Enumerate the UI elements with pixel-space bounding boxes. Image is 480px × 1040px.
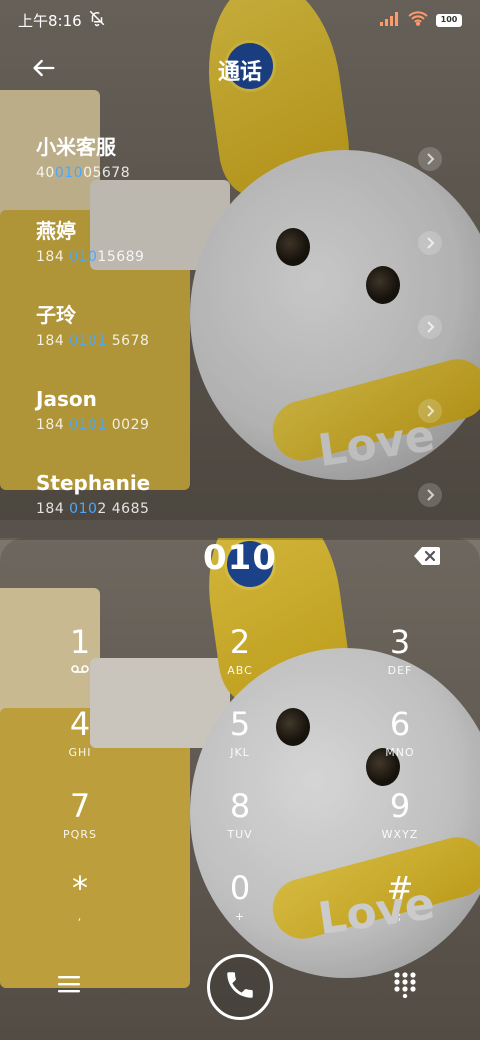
status-bar: 上午8:16 100: [0, 0, 480, 40]
key-2[interactable]: 2 ABC: [180, 622, 300, 694]
key-digit: #: [386, 869, 414, 907]
key-digit: 0: [229, 869, 251, 907]
key-digit: 1: [69, 623, 91, 661]
key-3[interactable]: 3 DEF: [340, 622, 460, 694]
number-match-highlight: 010: [54, 165, 84, 181]
chevron-right-icon[interactable]: [418, 399, 442, 423]
contact-list: 小米客服 4001005678 燕婷 184 01015689 子玲 184 0…: [0, 125, 480, 545]
key-letters: +: [234, 910, 246, 923]
status-right: 100: [380, 10, 462, 30]
phone-icon: [223, 968, 257, 1006]
wifi-icon: [408, 10, 428, 30]
menu-icon[interactable]: [58, 974, 88, 998]
key-letters: JKL: [230, 746, 250, 759]
keypad-icon[interactable]: [394, 972, 418, 999]
key-letters: DEF: [387, 664, 413, 677]
key-7[interactable]: 7 PQRS: [20, 786, 140, 858]
contact-row[interactable]: Stephanie 184 0102 4685: [0, 461, 480, 545]
key-1[interactable]: 1: [20, 622, 140, 694]
dialed-number[interactable]: 010: [0, 538, 480, 578]
backspace-icon[interactable]: [414, 546, 440, 566]
key-star[interactable]: * ,: [20, 868, 140, 940]
contact-row[interactable]: 子玲 184 0101 5678: [0, 293, 480, 377]
contact-number: 184 0102 4685: [36, 501, 150, 517]
key-digit: 9: [389, 787, 411, 825]
bottom-bar: [0, 950, 480, 1020]
signal-icon: [380, 11, 400, 30]
contact-name: 小米客服: [36, 135, 116, 159]
number-match-highlight: 0101: [69, 417, 107, 433]
key-digit: 4: [69, 705, 91, 743]
chevron-right-icon[interactable]: [418, 315, 442, 339]
key-digit: 8: [229, 787, 251, 825]
key-letters: GHI: [68, 746, 92, 759]
contact-row[interactable]: 小米客服 4001005678: [0, 125, 480, 209]
number-match-highlight: 0101: [69, 333, 107, 349]
contact-number: 4001005678: [36, 165, 131, 181]
key-0[interactable]: 0 +: [180, 868, 300, 940]
key-letters: WXYZ: [381, 828, 419, 841]
voicemail-icon: [20, 664, 140, 677]
contact-number: 184 0101 0029: [36, 417, 150, 433]
key-digit: 3: [389, 623, 411, 661]
key-letters: ,: [77, 910, 83, 923]
key-letters: PQRS: [63, 828, 97, 841]
key-5[interactable]: 5 JKL: [180, 704, 300, 776]
status-time: 上午8:16: [18, 11, 82, 30]
key-9[interactable]: 9 WXYZ: [340, 786, 460, 858]
battery-icon: 100: [436, 13, 462, 27]
chevron-right-icon[interactable]: [418, 231, 442, 255]
contact-name: Jason: [36, 387, 97, 411]
number-match-highlight: 010: [69, 501, 98, 517]
key-digit: 7: [69, 787, 91, 825]
key-letters: ;: [397, 910, 403, 923]
contact-name: 子玲: [36, 303, 76, 327]
key-6[interactable]: 6 MNO: [340, 704, 460, 776]
key-letters: MNO: [385, 746, 415, 759]
key-digit: 5: [229, 705, 251, 743]
bell-off-icon: [88, 9, 106, 31]
contact-name: 燕婷: [36, 219, 76, 243]
chevron-right-icon[interactable]: [418, 483, 442, 507]
contact-row[interactable]: Jason 184 0101 0029: [0, 377, 480, 461]
key-digit: 2: [229, 623, 251, 661]
key-letters: ABC: [227, 664, 253, 677]
chevron-right-icon[interactable]: [418, 147, 442, 171]
key-digit: 6: [389, 705, 411, 743]
call-button[interactable]: [207, 954, 273, 1020]
contact-name: Stephanie: [36, 471, 151, 495]
key-hash[interactable]: # ;: [340, 868, 460, 940]
contact-number: 184 0101 5678: [36, 333, 150, 349]
key-letters: TUV: [227, 828, 253, 841]
key-4[interactable]: 4 GHI: [20, 704, 140, 776]
key-digit: *: [72, 869, 88, 907]
header: 通话: [0, 48, 480, 92]
status-left: 上午8:16: [18, 9, 106, 31]
number-match-highlight: 010: [69, 249, 98, 265]
page-title: 通话: [217, 60, 262, 85]
key-8[interactable]: 8 TUV: [180, 786, 300, 858]
contact-row[interactable]: 燕婷 184 01015689: [0, 209, 480, 293]
contact-number: 184 01015689: [36, 249, 145, 265]
